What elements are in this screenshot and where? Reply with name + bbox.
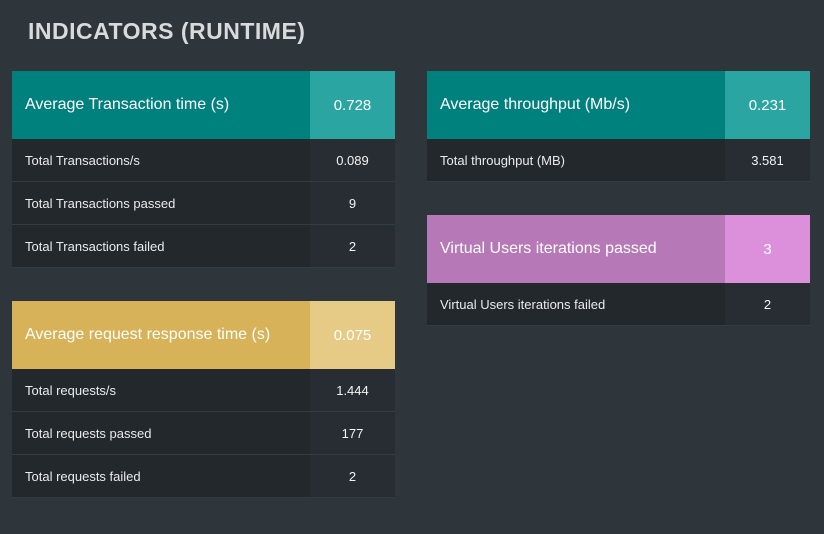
card-header: Average request response time (s) 0.075 xyxy=(12,301,395,369)
table-row: Total Transactions failed 2 xyxy=(12,225,395,268)
metric-title: Average Transaction time (s) xyxy=(12,71,310,139)
row-value: 0.089 xyxy=(310,139,395,181)
row-label: Virtual Users iterations failed xyxy=(427,283,725,325)
card-average-request-response-time: Average request response time (s) 0.075 … xyxy=(12,301,395,498)
row-label: Total requests/s xyxy=(12,369,310,411)
row-label: Total throughput (MB) xyxy=(427,139,725,181)
table-row: Total requests/s 1.444 xyxy=(12,369,395,412)
indicators-runtime-page: INDICATORS (RUNTIME) Average Transaction… xyxy=(0,0,824,531)
table-row: Virtual Users iterations failed 2 xyxy=(427,283,810,326)
table-row: Total requests failed 2 xyxy=(12,455,395,498)
row-value: 2 xyxy=(310,455,395,497)
metric-value: 3 xyxy=(725,215,810,283)
metric-title: Average request response time (s) xyxy=(12,301,310,369)
right-column: Average throughput (Mb/s) 0.231 Total th… xyxy=(427,71,810,531)
row-value: 3.581 xyxy=(725,139,810,181)
table-row: Total Transactions/s 0.089 xyxy=(12,139,395,182)
row-label: Total requests failed xyxy=(12,455,310,497)
row-label: Total Transactions failed xyxy=(12,225,310,267)
card-header: Average Transaction time (s) 0.728 xyxy=(12,71,395,139)
left-column: Average Transaction time (s) 0.728 Total… xyxy=(12,71,395,531)
card-header: Average throughput (Mb/s) 0.231 xyxy=(427,71,810,139)
cards-grid: Average Transaction time (s) 0.728 Total… xyxy=(12,71,812,531)
card-virtual-users-iterations: Virtual Users iterations passed 3 Virtua… xyxy=(427,215,810,326)
row-label: Total Transactions passed xyxy=(12,182,310,224)
card-average-transaction-time: Average Transaction time (s) 0.728 Total… xyxy=(12,71,395,268)
table-row: Total throughput (MB) 3.581 xyxy=(427,139,810,182)
metric-title: Average throughput (Mb/s) xyxy=(427,71,725,139)
card-header: Virtual Users iterations passed 3 xyxy=(427,215,810,283)
row-value: 177 xyxy=(310,412,395,454)
metric-value: 0.231 xyxy=(725,71,810,139)
row-label: Total Transactions/s xyxy=(12,139,310,181)
row-value: 9 xyxy=(310,182,395,224)
row-value: 2 xyxy=(725,283,810,325)
card-average-throughput: Average throughput (Mb/s) 0.231 Total th… xyxy=(427,71,810,182)
row-value: 2 xyxy=(310,225,395,267)
metric-title: Virtual Users iterations passed xyxy=(427,215,725,283)
metric-value: 0.075 xyxy=(310,301,395,369)
page-title: INDICATORS (RUNTIME) xyxy=(28,18,812,45)
row-value: 1.444 xyxy=(310,369,395,411)
table-row: Total requests passed 177 xyxy=(12,412,395,455)
row-label: Total requests passed xyxy=(12,412,310,454)
table-row: Total Transactions passed 9 xyxy=(12,182,395,225)
metric-value: 0.728 xyxy=(310,71,395,139)
